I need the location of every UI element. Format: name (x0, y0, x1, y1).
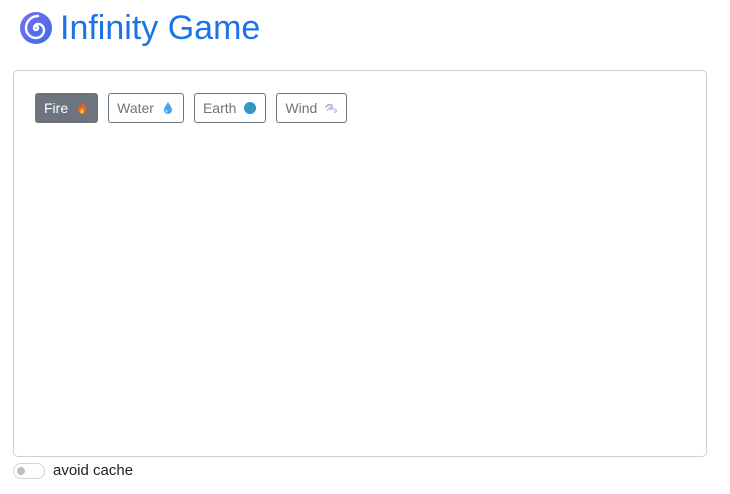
element-wind-button[interactable]: Wind (276, 93, 348, 123)
droplet-emoji-icon (163, 102, 172, 114)
wind-emoji-icon (325, 103, 338, 114)
fire-emoji-icon (78, 102, 87, 114)
app-title: Infinity Game (60, 9, 261, 47)
element-label: Fire (44, 100, 69, 116)
spiral-icon (20, 12, 52, 44)
game-board[interactable]: Fire Water Earth Wind (13, 70, 707, 457)
element-earth-button[interactable]: Earth (193, 93, 267, 123)
element-list: Fire Water Earth Wind (35, 93, 348, 123)
element-fire-button[interactable]: Fire (35, 93, 99, 123)
avoid-cache-label: avoid cache (53, 462, 134, 479)
app-header: Infinity Game (19, 8, 260, 48)
element-label: Wind (285, 100, 318, 116)
element-water-button[interactable]: Water (108, 93, 184, 123)
avoid-cache-setting: avoid cache (13, 462, 133, 479)
avoid-cache-toggle[interactable] (13, 462, 45, 479)
toggle-knob (17, 466, 25, 475)
globe-emoji-icon (244, 102, 257, 114)
element-label: Water (117, 100, 154, 116)
element-label: Earth (202, 100, 237, 116)
